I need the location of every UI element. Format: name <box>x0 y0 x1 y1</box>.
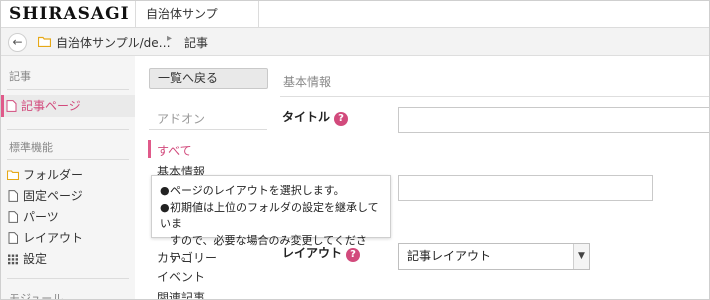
sidebar-item-label: 記事ページ <box>21 99 81 113</box>
page-icon <box>6 100 17 112</box>
active-indicator <box>148 140 151 158</box>
tooltip-text: ページのレイアウトを選択します。 <box>170 184 345 197</box>
title-input[interactable] <box>398 107 709 133</box>
arrow-left-icon: ← <box>12 35 23 49</box>
addon-nav-related[interactable]: 関連記事 <box>157 289 205 299</box>
sidebar-section-module: モジュール <box>9 292 64 300</box>
app-window: SHIRASAGI 自治体サンプル/demo ← 自治体サンプル/de… ▸ 記… <box>0 0 710 300</box>
sidebar-item-label: パーツ <box>23 210 59 224</box>
sidebar-item-label: 設定 <box>23 252 48 266</box>
divider <box>149 129 267 130</box>
divider <box>7 129 129 130</box>
sidebar-item-label: 固定ページ <box>23 189 83 203</box>
breadcrumb-current[interactable]: 記事 <box>184 34 208 51</box>
sidebar-item-settings[interactable]: 設定 <box>7 249 47 269</box>
back-button[interactable]: ← <box>8 33 27 52</box>
divider <box>280 96 709 97</box>
sidebar-section-standard: 標準機能 <box>9 141 53 154</box>
back-to-list-button[interactable]: 一覧へ戻る <box>149 68 268 89</box>
sidebar: 記事 記事ページ 標準機能 フォルダー 固定ページ パーツ レイアウト 設定 モ… <box>1 56 135 300</box>
tooltip-text: 初期値は上位のフォルダの設定を継承していま <box>160 201 379 230</box>
sidebar-item-layout[interactable]: レイアウト <box>7 228 83 248</box>
divider <box>7 89 129 90</box>
addon-nav-event[interactable]: イベント <box>157 268 205 285</box>
app-logo[interactable]: SHIRASAGI <box>9 4 130 24</box>
section-title: 基本情報 <box>283 75 332 89</box>
chevron-right-icon: ▸ <box>167 33 173 44</box>
page-icon <box>8 190 18 202</box>
breadcrumb-site[interactable]: 自治体サンプル/de… <box>56 34 171 51</box>
folder-icon <box>7 170 19 181</box>
top-header: SHIRASAGI 自治体サンプル/demo <box>1 1 709 47</box>
title-label: タイトル? <box>282 108 349 126</box>
divider <box>7 278 129 279</box>
sidebar-item-article-page[interactable]: 記事ページ <box>1 95 135 117</box>
page-icon <box>8 211 18 223</box>
site-selector[interactable]: 自治体サンプル/demo <box>135 1 259 47</box>
layout-select-value: 記事レイアウト <box>407 249 492 263</box>
sidebar-item-label: フォルダー <box>23 168 84 182</box>
layout-select[interactable]: 記事レイアウト ▼ <box>398 243 590 270</box>
addon-heading: アドオン <box>157 112 206 126</box>
tooltip-line: ●初期値は上位のフォルダの設定を継承していま <box>160 201 379 230</box>
grid-icon <box>8 254 18 265</box>
sidebar-item-parts[interactable]: パーツ <box>7 207 59 227</box>
breadcrumb: ← 自治体サンプル/de… ▸ 記事 <box>1 28 709 56</box>
help-tooltip: ●ページのレイアウトを選択します。 ●初期値は上位のフォルダの設定を継承していま… <box>151 175 391 263</box>
sidebar-item-label: レイアウト <box>23 231 84 245</box>
sidebar-item-fixed-page[interactable]: 固定ページ <box>7 186 83 206</box>
tooltip-line: ●ページのレイアウトを選択します。 <box>160 184 345 197</box>
sidebar-section-article: 記事 <box>9 70 31 83</box>
folder-icon <box>38 36 51 47</box>
chevron-down-icon: ▼ <box>573 244 589 269</box>
divider <box>7 159 129 160</box>
text-input[interactable] <box>398 175 653 201</box>
tooltip-line: すので、必要な場合のみ変更してください。 <box>170 234 367 263</box>
addon-nav-all[interactable]: すべて <box>157 142 192 159</box>
help-icon[interactable]: ? <box>334 112 349 126</box>
page-icon <box>8 232 18 244</box>
field-label-text: タイトル <box>282 110 331 124</box>
sidebar-item-folder[interactable]: フォルダー <box>7 165 83 185</box>
